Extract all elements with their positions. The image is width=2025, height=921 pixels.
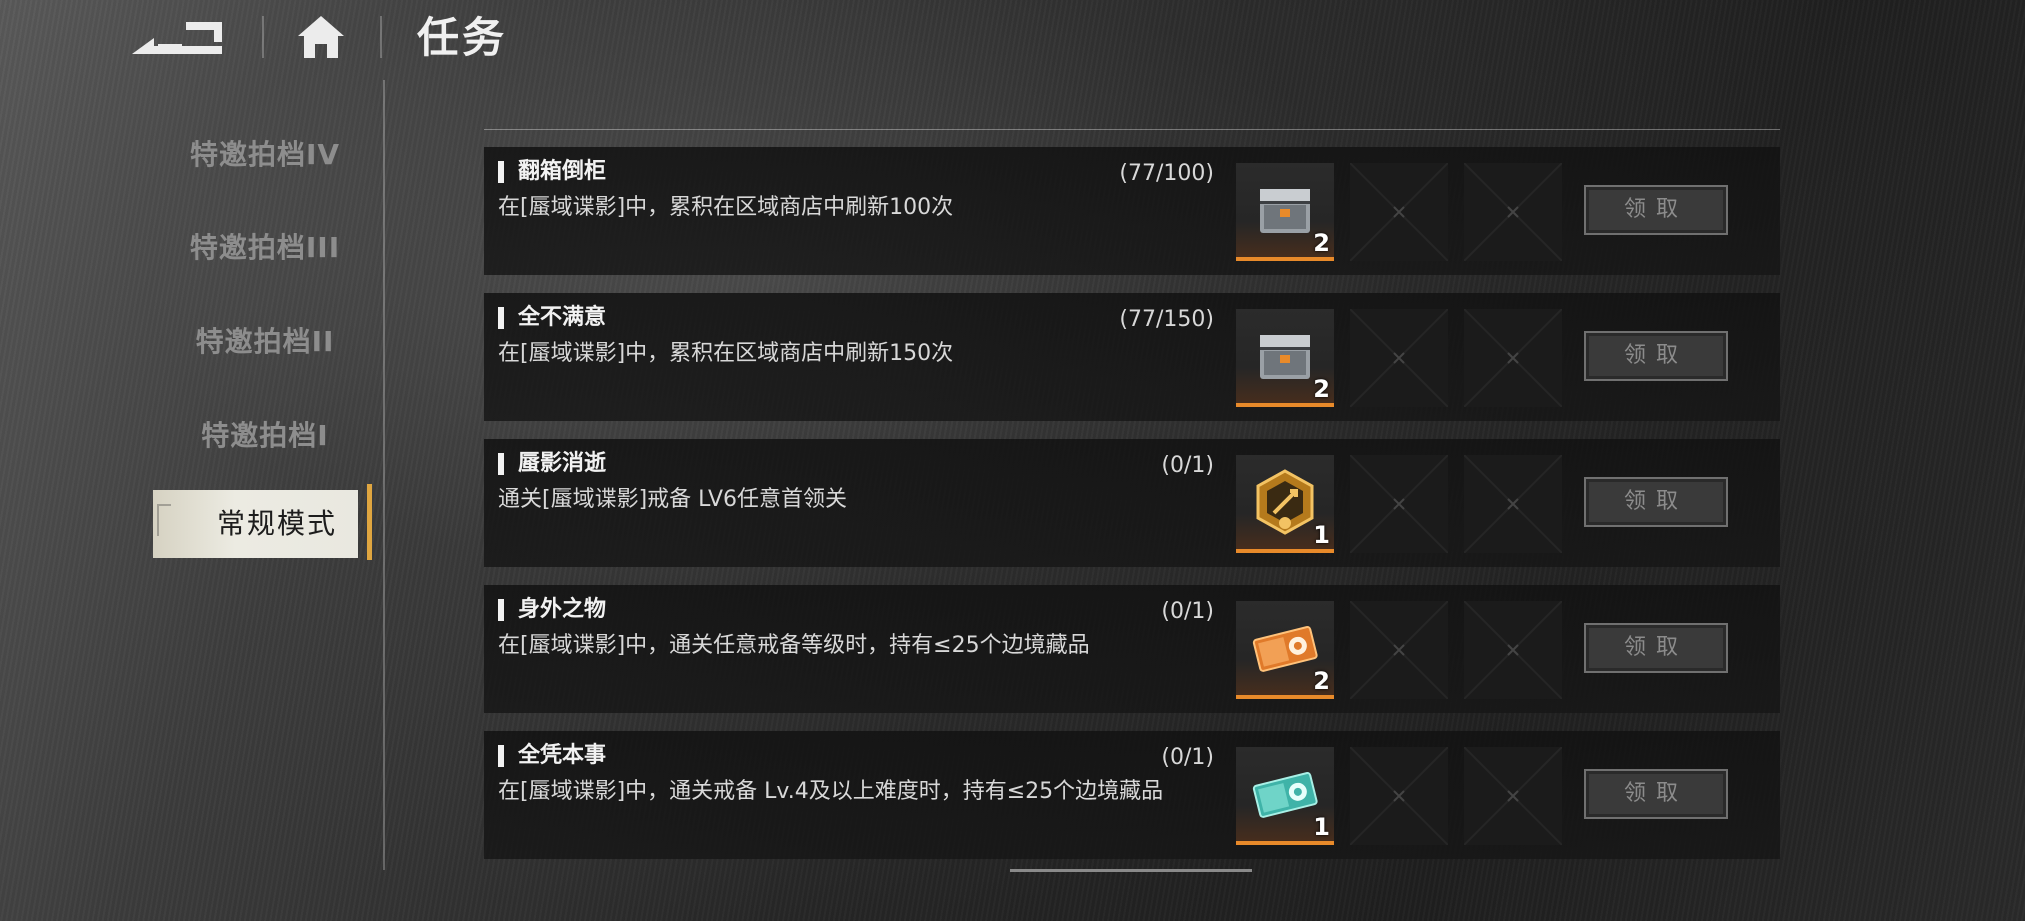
teal-ticket-icon (1252, 772, 1318, 818)
task-row: 全不满意 在[蜃域谍影]中，累积在区域商店中刷新150次 (77/150) 2 … (484, 293, 1780, 421)
reward-quantity: 2 (1313, 667, 1330, 695)
task-title: 全不满意 (498, 307, 606, 329)
empty-reward-slot (1350, 163, 1448, 261)
claim-button[interactable]: 领取 (1584, 769, 1728, 819)
reward-slot[interactable]: 2 (1236, 601, 1334, 699)
content-divider (484, 129, 1780, 130)
reward-slot[interactable]: 2 (1236, 309, 1334, 407)
empty-slot-cross-icon (1464, 309, 1562, 407)
empty-slot-cross-icon (1464, 747, 1562, 845)
page-title: 任务 (417, 13, 508, 62)
empty-reward-slot (1350, 747, 1448, 845)
task-description: 在[蜃域谍影]中，通关戒备 Lv.4及以上难度时，持有≤25个边境藏品 (498, 779, 1164, 804)
sidebar-item-partner-i[interactable]: 特邀拍档Ⅰ (150, 406, 380, 466)
task-title: 身外之物 (498, 599, 606, 621)
empty-slot-cross-icon (1464, 163, 1562, 261)
rarity-bar (1236, 257, 1334, 261)
task-progress: (77/150) (1119, 307, 1214, 332)
back-arrow-icon (132, 22, 222, 54)
task-progress: (77/100) (1119, 161, 1214, 186)
active-tab-indicator (367, 484, 372, 560)
reward-quantity: 2 (1313, 229, 1330, 257)
corner-mark (157, 504, 171, 536)
claim-button[interactable]: 领取 (1584, 623, 1728, 673)
sidebar-item-partner-iv[interactable]: 特邀拍档IV (150, 125, 380, 185)
supply-crate-icon (1260, 189, 1310, 233)
empty-reward-slot (1464, 455, 1562, 553)
home-icon (298, 16, 344, 58)
top-bar: 任务 (0, 0, 2025, 80)
empty-slot-cross-icon (1464, 601, 1562, 699)
gold-emblem-icon (1256, 469, 1314, 535)
reward-slot[interactable]: 2 (1236, 163, 1334, 261)
sidebar-divider (383, 80, 385, 870)
task-progress: (0/1) (1161, 745, 1214, 770)
task-title: 蜃影消逝 (498, 453, 606, 475)
sidebar-item-label: 常规模式 (217, 507, 338, 540)
empty-reward-slot (1350, 601, 1448, 699)
task-description: 在[蜃域谍影]中，累积在区域商店中刷新100次 (498, 195, 954, 220)
claim-button[interactable]: 领取 (1584, 331, 1728, 381)
home-button[interactable] (294, 12, 348, 62)
rarity-bar (1236, 549, 1334, 553)
empty-reward-slot (1464, 163, 1562, 261)
scroll-indicator[interactable] (1010, 869, 1252, 872)
task-row: 全凭本事 在[蜃域谍影]中，通关戒备 Lv.4及以上难度时，持有≤25个边境藏品… (484, 731, 1780, 859)
task-description: 在[蜃域谍影]中，通关任意戒备等级时，持有≤25个边境藏品 (498, 633, 1090, 658)
task-description: 在[蜃域谍影]中，累积在区域商店中刷新150次 (498, 341, 954, 366)
task-progress: (0/1) (1161, 453, 1214, 478)
empty-slot-cross-icon (1350, 455, 1448, 553)
supply-crate-icon (1260, 335, 1310, 379)
empty-reward-slot (1464, 601, 1562, 699)
rarity-bar (1236, 403, 1334, 407)
rarity-bar (1236, 841, 1334, 845)
reward-quantity: 1 (1313, 813, 1330, 841)
empty-reward-slot (1350, 309, 1448, 407)
task-title: 翻箱倒柜 (498, 161, 606, 183)
claim-button[interactable]: 领取 (1584, 477, 1728, 527)
empty-reward-slot (1464, 309, 1562, 407)
empty-slot-cross-icon (1350, 601, 1448, 699)
claim-button[interactable]: 领取 (1584, 185, 1728, 235)
empty-reward-slot (1350, 455, 1448, 553)
empty-slot-cross-icon (1350, 747, 1448, 845)
empty-slot-cross-icon (1350, 163, 1448, 261)
empty-slot-cross-icon (1350, 309, 1448, 407)
orange-ticket-icon (1252, 626, 1318, 672)
task-progress: (0/1) (1161, 599, 1214, 624)
sidebar-item-partner-ii[interactable]: 特邀拍档II (150, 312, 380, 372)
reward-slot[interactable]: 1 (1236, 455, 1334, 553)
back-button[interactable] (124, 16, 230, 60)
task-row: 翻箱倒柜 在[蜃域谍影]中，累积在区域商店中刷新100次 (77/100) 2 … (484, 147, 1780, 275)
task-row: 身外之物 在[蜃域谍影]中，通关任意戒备等级时，持有≤25个边境藏品 (0/1)… (484, 585, 1780, 713)
task-title: 全凭本事 (498, 745, 606, 767)
empty-slot-cross-icon (1464, 455, 1562, 553)
reward-quantity: 2 (1313, 375, 1330, 403)
reward-slot[interactable]: 1 (1236, 747, 1334, 845)
rarity-bar (1236, 695, 1334, 699)
header-divider (262, 16, 264, 58)
empty-reward-slot (1464, 747, 1562, 845)
task-description: 通关[蜃域谍影]戒备 LV6任意首领关 (498, 487, 848, 512)
reward-quantity: 1 (1313, 521, 1330, 549)
sidebar-item-partner-iii[interactable]: 特邀拍档III (150, 218, 380, 278)
sidebar-item-normal-mode[interactable]: 常规模式 (153, 490, 358, 558)
header-divider (380, 16, 382, 58)
task-row: 蜃影消逝 通关[蜃域谍影]戒备 LV6任意首领关 (0/1) 1 领取 (484, 439, 1780, 567)
